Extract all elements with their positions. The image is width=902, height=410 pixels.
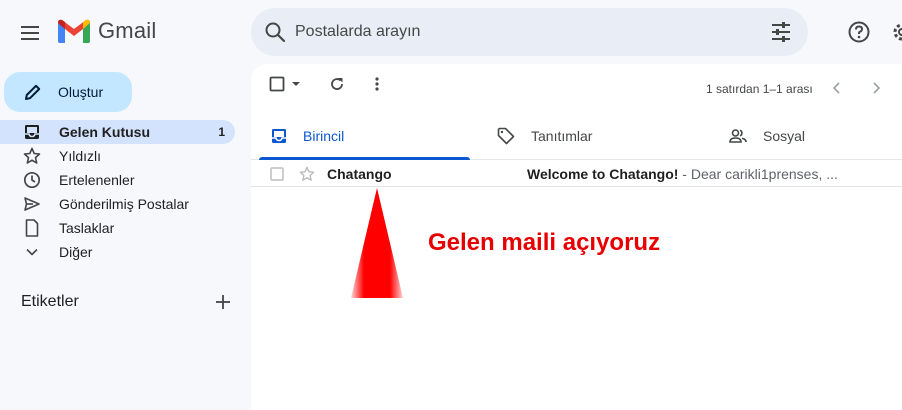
active-tab-indicator bbox=[259, 157, 470, 160]
search-bar[interactable] bbox=[251, 8, 808, 56]
labels-section-header: Etiketler bbox=[21, 290, 231, 314]
sidebar-nav: Gelen Kutusu 1 Yıldızlı Ertelenenler Gön… bbox=[0, 120, 240, 264]
search-input[interactable] bbox=[295, 20, 715, 44]
inbox-icon bbox=[272, 129, 286, 143]
search-icon[interactable] bbox=[263, 20, 287, 44]
sidebar-item-inbox[interactable]: Gelen Kutusu 1 bbox=[0, 120, 235, 144]
pencil-icon bbox=[24, 83, 42, 101]
sidebar-item-drafts[interactable]: Taslaklar bbox=[0, 216, 235, 240]
gmail-logo-text: Gmail bbox=[98, 18, 157, 43]
star-icon[interactable] bbox=[299, 166, 315, 182]
mail-toolbar: 1 satırdan 1–1 arası bbox=[251, 64, 902, 112]
chevron-down-icon bbox=[22, 242, 42, 262]
tab-primary[interactable]: Birincil bbox=[259, 112, 470, 160]
sidebar-item-starred[interactable]: Yıldızlı bbox=[0, 144, 235, 168]
send-icon bbox=[22, 194, 42, 214]
sidebar-item-sent[interactable]: Gönderilmiş Postalar bbox=[0, 192, 235, 216]
sidebar-item-label: Taslaklar bbox=[59, 220, 115, 236]
hamburger-icon bbox=[21, 26, 39, 40]
annotation-text: Gelen maili açıyoruz bbox=[428, 229, 661, 256]
chevron-right-icon[interactable] bbox=[870, 81, 882, 95]
sidebar-item-snoozed[interactable]: Ertelenenler bbox=[0, 168, 235, 192]
sidebar-item-label: Diğer bbox=[59, 244, 93, 260]
email-sender: Chatango bbox=[327, 165, 392, 182]
email-subject-line: Welcome to Chatango! - Dear carikli1pren… bbox=[527, 166, 838, 182]
unread-count-badge: 1 bbox=[218, 125, 225, 139]
tag-icon bbox=[497, 127, 515, 145]
email-subject: Welcome to Chatango! bbox=[527, 165, 679, 182]
tab-social[interactable]: Sosyal bbox=[729, 112, 902, 160]
email-snippet: - Dear carikli1prenses, ... bbox=[678, 165, 838, 182]
checkbox-icon bbox=[269, 76, 285, 92]
gmail-logo[interactable]: Gmail bbox=[58, 18, 156, 44]
row-checkbox-icon[interactable] bbox=[270, 166, 284, 181]
select-all-checkbox[interactable] bbox=[269, 76, 303, 92]
refresh-button[interactable] bbox=[329, 76, 345, 92]
sidebar-item-label: Yıldızlı bbox=[59, 148, 102, 164]
tab-promotions[interactable]: Tanıtımlar bbox=[497, 112, 708, 160]
caret-down-icon[interactable] bbox=[289, 76, 303, 92]
tab-label: Sosyal bbox=[763, 128, 806, 144]
tab-label: Tanıtımlar bbox=[531, 128, 593, 144]
sidebar-item-label: Gönderilmiş Postalar bbox=[59, 196, 189, 212]
refresh-icon bbox=[331, 78, 343, 90]
compose-button[interactable]: Oluştur bbox=[4, 72, 132, 112]
labels-title: Etiketler bbox=[21, 293, 79, 310]
help-icon[interactable] bbox=[847, 20, 871, 44]
tab-label: Birincil bbox=[303, 128, 345, 144]
gmail-m-icon bbox=[58, 19, 90, 43]
annotation-arrow-icon bbox=[351, 188, 403, 298]
sidebar-item-label: Gelen Kutusu bbox=[59, 124, 151, 140]
inbox-icon bbox=[22, 122, 42, 142]
category-tabs: Birincil Tanıtımlar Sosyal bbox=[251, 112, 902, 160]
paging-info: 1 satırdan 1–1 arası bbox=[706, 82, 813, 96]
draft-icon bbox=[22, 218, 42, 238]
sidebar-item-more[interactable]: Diğer bbox=[0, 240, 235, 264]
more-vert-icon bbox=[375, 77, 379, 91]
top-bar: Gmail bbox=[0, 0, 902, 64]
chevron-left-icon[interactable] bbox=[831, 81, 843, 95]
compose-label: Oluştur bbox=[58, 84, 104, 100]
email-row[interactable]: Chatango Welcome to Chatango! - Dear car… bbox=[251, 161, 902, 187]
people-icon bbox=[729, 129, 747, 143]
plus-icon[interactable] bbox=[215, 294, 231, 310]
main-menu-button[interactable] bbox=[14, 16, 48, 50]
sidebar-item-label: Ertelenenler bbox=[59, 172, 135, 188]
search-options-icon[interactable] bbox=[770, 21, 792, 43]
clock-icon bbox=[22, 170, 42, 190]
settings-gear-icon[interactable] bbox=[890, 20, 902, 44]
star-icon bbox=[22, 146, 42, 166]
more-actions-button[interactable] bbox=[369, 76, 385, 92]
